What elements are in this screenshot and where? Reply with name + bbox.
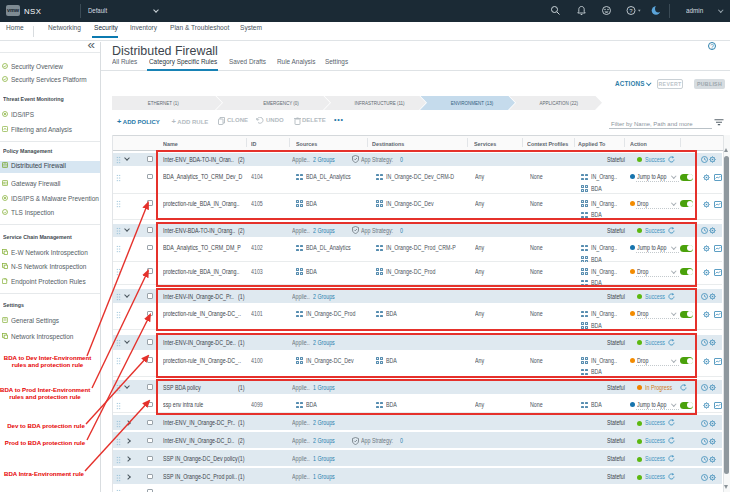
svg-text:?: ? bbox=[629, 8, 633, 14]
